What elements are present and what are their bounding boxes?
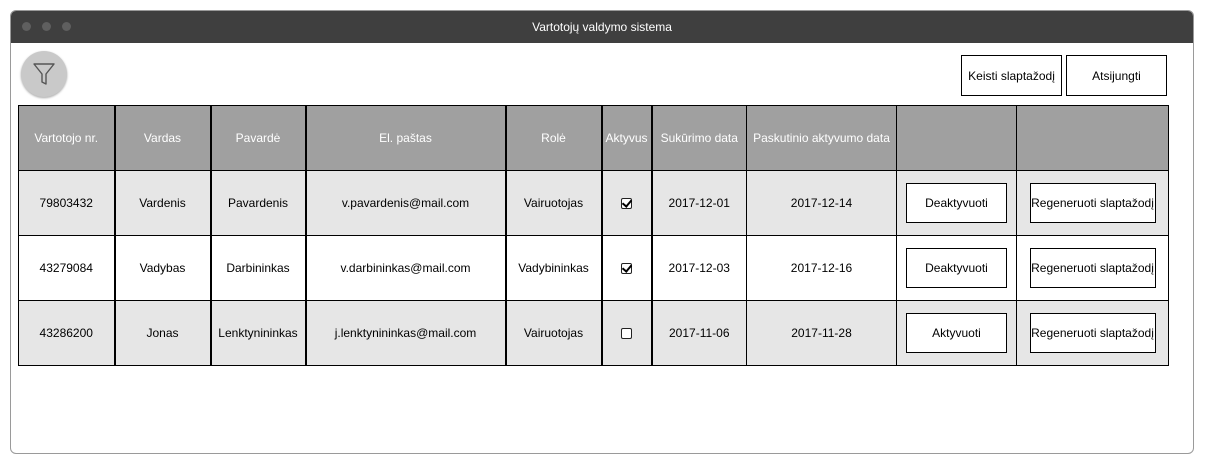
header-user-id: Vartotojo nr.	[18, 105, 116, 171]
header-action-1	[896, 105, 1017, 171]
toggle-active-button[interactable]: Deaktyvuoti	[906, 248, 1007, 288]
cell-role: Vairuotojas	[505, 300, 603, 366]
toggle-active-button[interactable]: Aktyvuoti	[906, 313, 1007, 353]
header-first-name: Vardas	[114, 105, 212, 171]
header-action-2	[1016, 105, 1169, 171]
active-checkbox[interactable]	[621, 198, 632, 210]
header-last-active-date: Paskutinio aktyvumo data	[746, 105, 897, 171]
header-email: El. paštas	[305, 105, 507, 171]
cell-user-id: 43286200	[18, 300, 116, 366]
cell-action-regen: Regeneruoti slaptažodį	[1016, 170, 1169, 236]
regenerate-password-button[interactable]: Regeneruoti slaptažodį	[1029, 183, 1156, 223]
cell-email: v.darbininkas@mail.com	[305, 235, 507, 301]
cell-created-date: 2017-11-06	[651, 300, 747, 366]
cell-created-date: 2017-12-03	[651, 235, 747, 301]
logout-button[interactable]: Atsijungti	[1066, 55, 1167, 96]
cell-action-regen: Regeneruoti slaptažodį	[1016, 300, 1169, 366]
cell-action-toggle: Aktyvuoti	[896, 300, 1017, 366]
filter-funnel-icon	[33, 63, 55, 85]
cell-active	[601, 300, 653, 366]
app-window: Vartotojų valdymo sistema Keisti slaptaž…	[10, 10, 1194, 454]
active-checkbox[interactable]	[621, 263, 632, 275]
cell-action-toggle: Deaktyvuoti	[896, 170, 1017, 236]
cell-email: v.pavardenis@mail.com	[305, 170, 507, 236]
cell-active	[601, 235, 653, 301]
regenerate-password-button[interactable]: Regeneruoti slaptažodį	[1029, 248, 1156, 288]
cell-created-date: 2017-12-01	[651, 170, 747, 236]
filter-button[interactable]	[21, 51, 67, 97]
header-active: Aktyvus	[601, 105, 653, 171]
toggle-active-button[interactable]: Deaktyvuoti	[906, 183, 1007, 223]
window-title: Vartotojų valdymo sistema	[532, 20, 672, 34]
header-last-name: Pavardė	[210, 105, 307, 171]
title-bar: Vartotojų valdymo sistema	[11, 11, 1193, 43]
cell-role: Vadybininkas	[505, 235, 603, 301]
regenerate-password-button[interactable]: Regeneruoti slaptažodį	[1029, 313, 1156, 353]
cell-role: Vairuotojas	[505, 170, 603, 236]
table-row: 43279084 Vadybas Darbininkas v.darbininkas@…	[18, 235, 1169, 301]
cell-action-toggle: Deaktyvuoti	[896, 235, 1017, 301]
cell-last-name: Lenktynininkas	[210, 300, 307, 366]
cell-user-id: 79803432	[18, 170, 116, 236]
cell-active	[601, 170, 653, 236]
cell-last-active-date: 2017-12-14	[746, 170, 897, 236]
header-created-date: Sukūrimo data	[651, 105, 747, 171]
cell-user-id: 43279084	[18, 235, 116, 301]
cell-last-name: Darbininkas	[210, 235, 307, 301]
cell-first-name: Vadybas	[114, 235, 212, 301]
cell-last-name: Pavardenis	[210, 170, 307, 236]
cell-last-active-date: 2017-11-28	[746, 300, 897, 366]
table-header-row: Vartotojo nr. Vardas Pavardė El. paštas …	[18, 105, 1169, 171]
table-row: 43286200 Jonas Lenktynininkas j.lenktyninin…	[18, 300, 1169, 366]
active-checkbox[interactable]	[621, 328, 632, 340]
cell-email: j.lenktynininkas@mail.com	[305, 300, 507, 366]
cell-first-name: Vardenis	[114, 170, 212, 236]
change-password-button[interactable]: Keisti slaptažodį	[961, 55, 1062, 96]
table-row: 79803432 Vardenis Pavardenis v.pavardenis@m…	[18, 170, 1169, 236]
cell-action-regen: Regeneruoti slaptažodį	[1016, 235, 1169, 301]
cell-first-name: Jonas	[114, 300, 212, 366]
header-role: Rolė	[505, 105, 603, 171]
cell-last-active-date: 2017-12-16	[746, 235, 897, 301]
users-table: Vartotojo nr. Vardas Pavardė El. paštas …	[18, 105, 1169, 366]
